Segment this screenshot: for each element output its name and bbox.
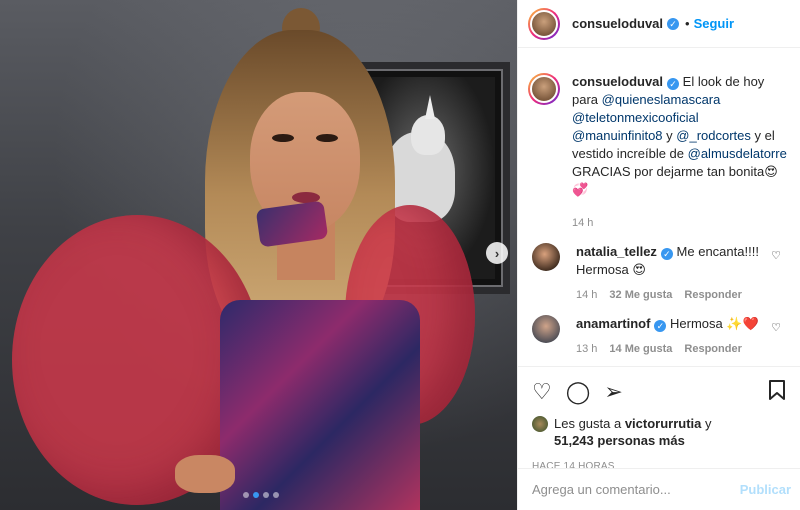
carousel-dot	[273, 492, 279, 498]
heart-icon[interactable]: ♡	[532, 381, 552, 403]
caption-text: GRACIAS por dejarme tan bonita😍💞	[572, 164, 778, 197]
carousel-dot-active	[253, 492, 259, 498]
next-image-button[interactable]: ›	[486, 242, 508, 264]
liker-avatar[interactable]	[532, 416, 548, 432]
mention-link[interactable]: @teletonmexicooficial	[572, 110, 699, 125]
verified-badge-icon: ✓	[654, 320, 667, 332]
likes-prefix: Les gusta a	[554, 416, 625, 431]
caption-text: y	[662, 128, 677, 143]
caption-avatar[interactable]	[528, 73, 560, 105]
action-icons: ♡ ◯ ➢	[532, 377, 787, 407]
comment-item: anamartinof ✓ Hermosa ✨❤️ 13 h 14 Me gust…	[528, 315, 791, 355]
comments-section[interactable]: consueloduval ✓ El look de hoy para @quie…	[518, 49, 800, 365]
carousel-dot	[263, 492, 269, 498]
reply-button[interactable]: Responder	[684, 289, 741, 301]
reply-button[interactable]: Responder	[684, 343, 741, 355]
woman-figure	[0, 0, 517, 510]
comment-likes[interactable]: 32 Me gusta	[609, 289, 672, 301]
publish-button[interactable]: Publicar	[740, 482, 791, 497]
mention-link[interactable]: @almusdelatorre	[688, 146, 787, 161]
post-header: consueloduval ✓ • Seguir	[518, 0, 800, 48]
caption-username[interactable]: consueloduval	[572, 74, 663, 89]
liker-username[interactable]: victorurrutia	[625, 416, 702, 431]
verified-badge-icon: ✓	[660, 248, 673, 260]
carousel-dots	[243, 492, 279, 498]
carousel-dot	[243, 492, 249, 498]
chevron-right-icon: ›	[494, 245, 500, 261]
mention-link[interactable]: @_rodcortes	[676, 128, 751, 143]
likes-summary: Les gusta a victorurrutia y 51,243 perso…	[532, 415, 787, 449]
bookmark-icon[interactable]	[767, 379, 787, 405]
verified-badge-icon: ✓	[667, 17, 680, 30]
comment-time[interactable]: 13 h	[576, 343, 597, 355]
commenter-avatar[interactable]	[532, 315, 560, 343]
commenter-avatar[interactable]	[532, 243, 560, 271]
follow-button[interactable]: Seguir	[694, 16, 734, 31]
like-comment-heart-icon[interactable]: ♡	[771, 249, 781, 262]
comment-time[interactable]: 14 h	[576, 289, 597, 301]
likes-mid: y	[701, 416, 712, 431]
comment-bubble-icon[interactable]: ◯	[566, 381, 591, 403]
author-username[interactable]: consueloduval	[572, 16, 663, 31]
commenter-username[interactable]: anamartinof	[576, 316, 650, 331]
verified-badge-icon: ✓	[667, 78, 680, 90]
caption-time[interactable]: 14 h	[572, 217, 792, 229]
comment-likes[interactable]: 14 Me gusta	[609, 343, 672, 355]
post-side-panel: consueloduval ✓ • Seguir consueloduval ✓ …	[517, 0, 800, 510]
post-actions: ♡ ◯ ➢ Les gusta a victorurrutia y 51,243…	[518, 366, 800, 472]
comment-input[interactable]	[532, 482, 740, 497]
commenter-username[interactable]: natalia_tellez	[576, 244, 657, 259]
comment-item: natalia_tellez ✓ Me encanta!!!! Hermosa 😍…	[528, 243, 791, 301]
share-paper-plane-icon[interactable]: ➢	[604, 381, 622, 403]
like-comment-heart-icon[interactable]: ♡	[771, 321, 781, 334]
add-comment-bar: Publicar	[518, 468, 800, 510]
comment-text: Hermosa ✨❤️	[666, 316, 759, 331]
post-caption: consueloduval ✓ El look de hoy para @quie…	[528, 49, 791, 229]
separator-dot: •	[685, 16, 690, 31]
mention-link[interactable]: @quieneslamascara	[602, 92, 721, 107]
instagram-post: › consueloduval ✓ • Seguir consueloduval…	[0, 0, 800, 510]
likes-count[interactable]: 51,243 personas más	[554, 433, 685, 448]
author-avatar[interactable]	[528, 7, 560, 40]
mention-link[interactable]: @manuinfinito8	[572, 128, 663, 143]
post-photo[interactable]: ›	[0, 0, 517, 510]
